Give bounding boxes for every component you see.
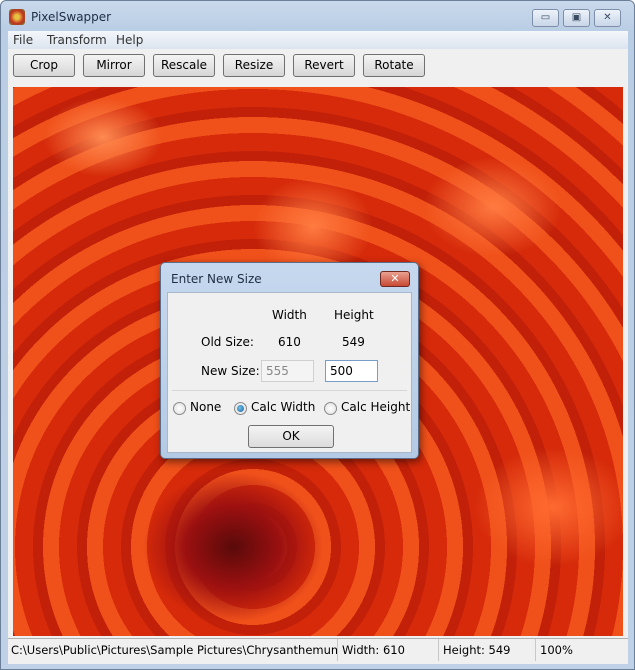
app-icon [9,9,25,25]
maximize-button[interactable]: ▣ [563,9,590,27]
status-width: Width: 610 [339,639,439,661]
mirror-button[interactable]: Mirror [83,54,145,77]
menu-bar: File Transform Help [8,31,628,49]
window-title: PixelSwapper [31,10,112,24]
status-path: C:\Users\Public\Pictures\Sample Pictures… [8,639,338,661]
height-column-header: Height [334,308,374,322]
dialog-close-button[interactable]: ✕ [380,271,410,287]
minimize-button[interactable]: ▭ [532,9,559,27]
new-height-input[interactable]: 500 [325,360,378,382]
radio-calc-height-label: Calc Height [341,400,411,414]
status-zoom: 100% [540,643,573,657]
resize-button[interactable]: Resize [223,54,285,77]
radio-none-label: None [190,400,222,414]
menu-file[interactable]: File [13,33,33,47]
status-bar: C:\Users\Public\Pictures\Sample Pictures… [8,638,628,661]
menu-help[interactable]: Help [116,33,143,47]
crop-button[interactable]: Crop [13,54,75,77]
rotate-button[interactable]: Rotate [363,54,425,77]
radio-calc-width[interactable] [234,402,247,415]
dialog-body: Width Height Old Size: 610 549 New Size:… [167,292,412,453]
old-width-value: 610 [278,335,301,349]
close-button[interactable]: ✕ [594,9,621,27]
resize-dialog: Enter New Size ✕ Width Height Old Size: … [160,262,419,459]
old-height-value: 549 [342,335,365,349]
rescale-button[interactable]: Rescale [153,54,215,77]
revert-button[interactable]: Revert [293,54,355,77]
dialog-title: Enter New Size [171,272,262,286]
radio-calc-height[interactable] [324,402,337,415]
new-width-input[interactable]: 555 [261,360,314,382]
radio-none[interactable] [173,402,186,415]
radio-calc-width-label: Calc Width [251,400,316,414]
new-size-label: New Size: [201,364,260,378]
menu-transform[interactable]: Transform [47,33,107,47]
width-column-header: Width [272,308,307,322]
status-height: Height: 549 [440,639,536,661]
old-size-label: Old Size: [201,335,254,349]
ok-button[interactable]: OK [248,425,334,448]
divider [172,390,407,391]
title-bar: PixelSwapper ▭ ▣ ✕ [1,1,634,31]
